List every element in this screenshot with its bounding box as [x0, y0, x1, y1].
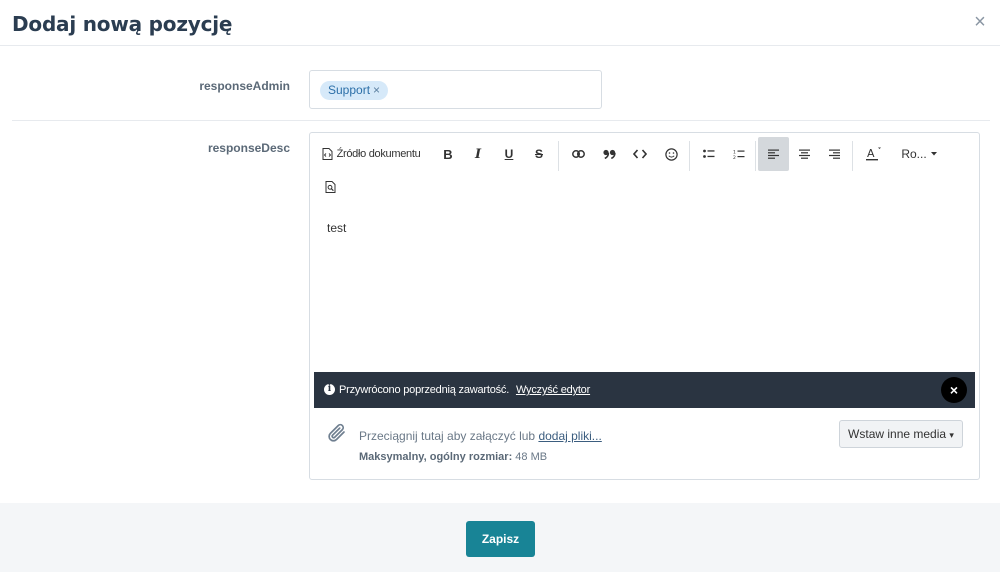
add-files-link[interactable]: dodaj pliki... [538, 429, 601, 443]
toolbar-separator [558, 141, 559, 171]
restore-notice: i Przywrócono poprzednią zawartość. Wycz… [314, 372, 975, 408]
preview-icon[interactable] [322, 173, 338, 201]
source-button[interactable]: Źródło dokumentu [317, 137, 425, 171]
editor-content[interactable]: test [327, 221, 346, 235]
font-family-label: Ro... [901, 147, 927, 161]
document-source-icon [322, 148, 333, 160]
max-size-value: 48 MB [515, 451, 548, 463]
drop-text: Przeciągnij tutaj aby załączyć lub [359, 429, 536, 443]
attachment-drop-zone[interactable]: Przeciągnij tutaj aby załączyć lub dodaj… [359, 429, 602, 443]
blockquote-icon[interactable] [595, 137, 623, 171]
response-admin-label: responseAdmin [199, 79, 290, 93]
align-center-icon[interactable] [790, 137, 818, 171]
svg-text:1: 1 [733, 149, 736, 155]
font-color-icon[interactable]: A [858, 137, 888, 171]
modal-header: Dodaj nową pozycję × [0, 0, 1000, 46]
response-desc-label: responseDesc [207, 141, 290, 155]
emoji-icon[interactable] [657, 137, 685, 171]
response-admin-field[interactable]: Support × [309, 70, 602, 109]
insert-media-label: Wstaw inne media [848, 427, 947, 441]
close-icon[interactable]: × [972, 12, 988, 32]
link-icon[interactable] [564, 137, 592, 171]
notice-close-icon[interactable]: × [941, 377, 967, 403]
notice-message: Przywrócono poprzednią zawartość. Wyczyś… [339, 384, 590, 396]
row-divider [12, 120, 990, 121]
tag-remove-icon[interactable]: × [373, 83, 380, 97]
tag-support: Support × [320, 81, 389, 100]
svg-text:2: 2 [733, 155, 736, 160]
toolbar-separator [755, 141, 756, 171]
editor-toolbar: Źródło dokumentu B I U S 12 A Ro... [315, 137, 975, 207]
strikethrough-icon[interactable]: S [525, 137, 553, 171]
font-family-dropdown[interactable]: Ro... [900, 137, 938, 171]
insert-media-button[interactable]: Wstaw inne media ▾ [839, 420, 963, 448]
info-icon: i [324, 384, 335, 395]
bold-icon[interactable]: B [434, 137, 462, 171]
tag-label: Support [328, 83, 371, 97]
caret-down-icon: ▾ [949, 430, 954, 440]
code-icon[interactable] [626, 137, 654, 171]
rich-text-editor: Źródło dokumentu B I U S 12 A Ro... test… [309, 132, 980, 480]
toolbar-separator [852, 141, 853, 171]
max-size-info: Maksymalny, ogólny rozmiar: 48 MB [359, 451, 547, 463]
italic-icon[interactable]: I [464, 137, 492, 171]
clear-editor-link[interactable]: Wyczyść edytor [516, 384, 590, 396]
underline-icon[interactable]: U [495, 137, 523, 171]
toolbar-separator [689, 141, 690, 171]
svg-text:A: A [867, 147, 875, 160]
align-right-icon[interactable] [820, 137, 848, 171]
paperclip-icon [326, 422, 348, 449]
chevron-down-icon [930, 152, 937, 156]
numbered-list-icon[interactable]: 12 [725, 137, 753, 171]
modal-footer: Zapisz [0, 503, 1000, 572]
bulleted-list-icon[interactable] [695, 137, 723, 171]
save-button[interactable]: Zapisz [466, 521, 535, 557]
align-left-icon[interactable] [758, 137, 789, 171]
max-size-label: Maksymalny, ogólny rozmiar: [359, 451, 513, 463]
modal-title: Dodaj nową pozycję [12, 12, 233, 36]
source-button-label: Źródło dokumentu [336, 148, 421, 160]
notice-text: Przywrócono poprzednią zawartość. [339, 384, 510, 396]
